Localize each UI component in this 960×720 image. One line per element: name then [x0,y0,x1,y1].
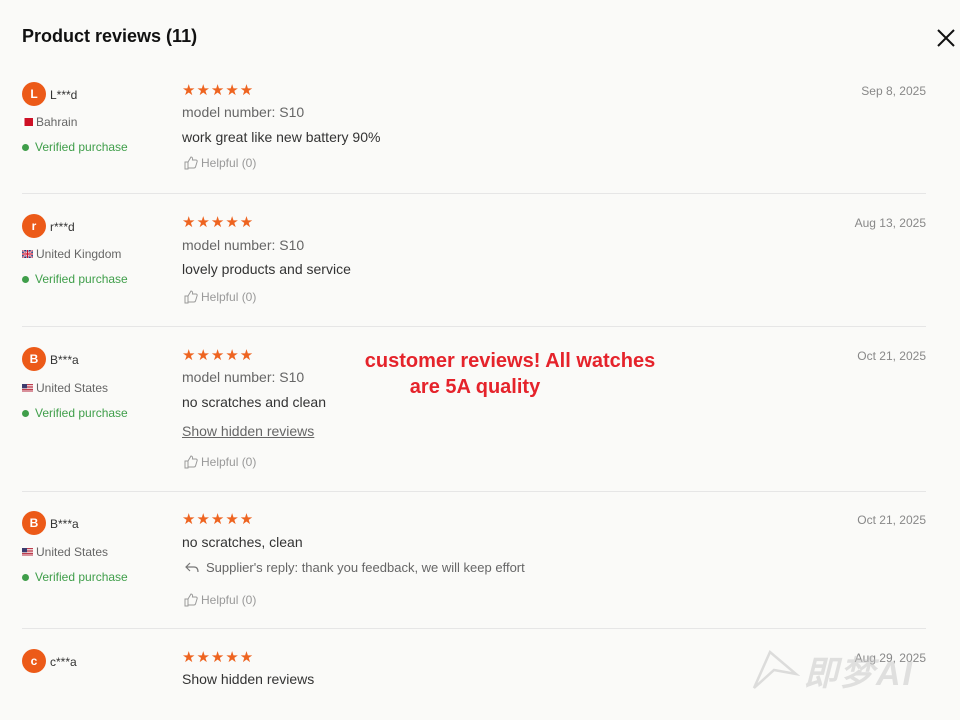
helpful-button[interactable]: Helpful (0) [184,156,256,170]
review-text: lovely products and service [182,261,351,277]
show-hidden-reviews-link[interactable]: Show hidden reviews [182,423,314,439]
thumbs-up-icon [184,290,198,304]
reviewer-name: c***a [50,655,77,669]
rating-stars: ★★★★★ [182,511,255,528]
review-date: Oct 21, 2025 [857,349,926,363]
rating-stars: ★★★★★ [182,649,255,666]
reviewer-country: United States [22,545,108,559]
thumbs-up-icon [184,156,198,170]
reviewer-name: L***d [50,88,78,102]
country-label: Bahrain [36,115,78,129]
reviewer-name: B***a [50,353,79,367]
reviews-modal: Product reviews (11) L L***d Bahrain Ver… [0,0,960,720]
verified-label: Verified purchase [35,570,128,584]
check-icon [22,275,29,283]
review-item: B B***a United States Verified purchase … [22,511,926,629]
rating-stars: ★★★★★ [182,82,255,99]
reviewer-country: United States [22,381,108,395]
avatar: B [22,347,46,371]
supplier-reply: Supplier's reply: thank you feedback, we… [184,560,525,575]
divider [22,628,926,629]
page-title: Product reviews (11) [22,26,198,46]
divider [22,193,926,194]
helpful-label: Helpful (0) [201,156,257,170]
check-icon [22,573,29,581]
review-text: no scratches, clean [182,534,303,550]
avatar: c [22,649,46,673]
verified-badge: Verified purchase [22,570,128,584]
reviewer-name: r***d [50,220,75,234]
review-date: Sep 8, 2025 [861,84,926,98]
review-text: work great like new battery 90% [182,129,381,145]
us-flag-icon [22,548,33,556]
bahrain-flag-icon [22,118,33,126]
verified-badge: Verified purchase [22,272,128,286]
thumbs-up-icon [184,455,198,469]
model-number: model number: S10 [182,104,305,120]
review-item: L L***d Bahrain Verified purchase ★★★★★ … [22,82,926,194]
check-icon [22,409,29,417]
reply-arrow-icon [185,562,199,572]
close-icon[interactable] [936,28,958,50]
promo-overlay-text: customer reviews! All watches are 5A qua… [340,348,680,400]
avatar: B [22,511,46,535]
rating-stars: ★★★★★ [182,214,255,231]
verified-label: Verified purchase [35,406,128,420]
helpful-label: Helpful (0) [201,290,257,304]
verified-label: Verified purchase [35,140,128,154]
check-icon [22,143,29,151]
reviewer-country: Bahrain [22,115,77,129]
country-label: United Kingdom [36,247,122,261]
country-label: United States [36,381,109,395]
watermark-logo-icon [752,649,800,689]
verified-badge: Verified purchase [22,406,128,420]
helpful-label: Helpful (0) [201,593,257,607]
watermark: 即梦AI [804,655,914,693]
reviewer-country: United Kingdom [22,247,121,261]
promo-line-2: are 5A quality [409,376,541,398]
uk-flag-icon [22,250,33,258]
review-date: Oct 21, 2025 [857,513,926,527]
review-date: Aug 13, 2025 [854,216,926,230]
us-flag-icon [22,384,33,392]
divider [22,491,926,492]
promo-line-1: customer reviews! All watches [364,350,656,372]
helpful-button[interactable]: Helpful (0) [184,290,256,304]
helpful-button[interactable]: Helpful (0) [184,455,256,469]
divider [22,326,926,327]
show-hidden-reviews-link[interactable]: Show hidden reviews [182,671,314,687]
review-item: r r***d United Kingdom Verified purchase… [22,214,926,327]
supplier-reply-text: Supplier's reply: thank you feedback, we… [206,560,525,575]
verified-label: Verified purchase [35,272,128,286]
helpful-button[interactable]: Helpful (0) [184,593,256,607]
avatar: L [22,82,46,106]
helpful-label: Helpful (0) [201,455,257,469]
model-number: model number: S10 [182,237,305,253]
rating-stars: ★★★★★ [182,347,255,364]
thumbs-up-icon [184,593,198,607]
country-label: United States [36,545,109,559]
avatar: r [22,214,46,238]
verified-badge: Verified purchase [22,140,128,154]
reviewer-name: B***a [50,517,79,531]
